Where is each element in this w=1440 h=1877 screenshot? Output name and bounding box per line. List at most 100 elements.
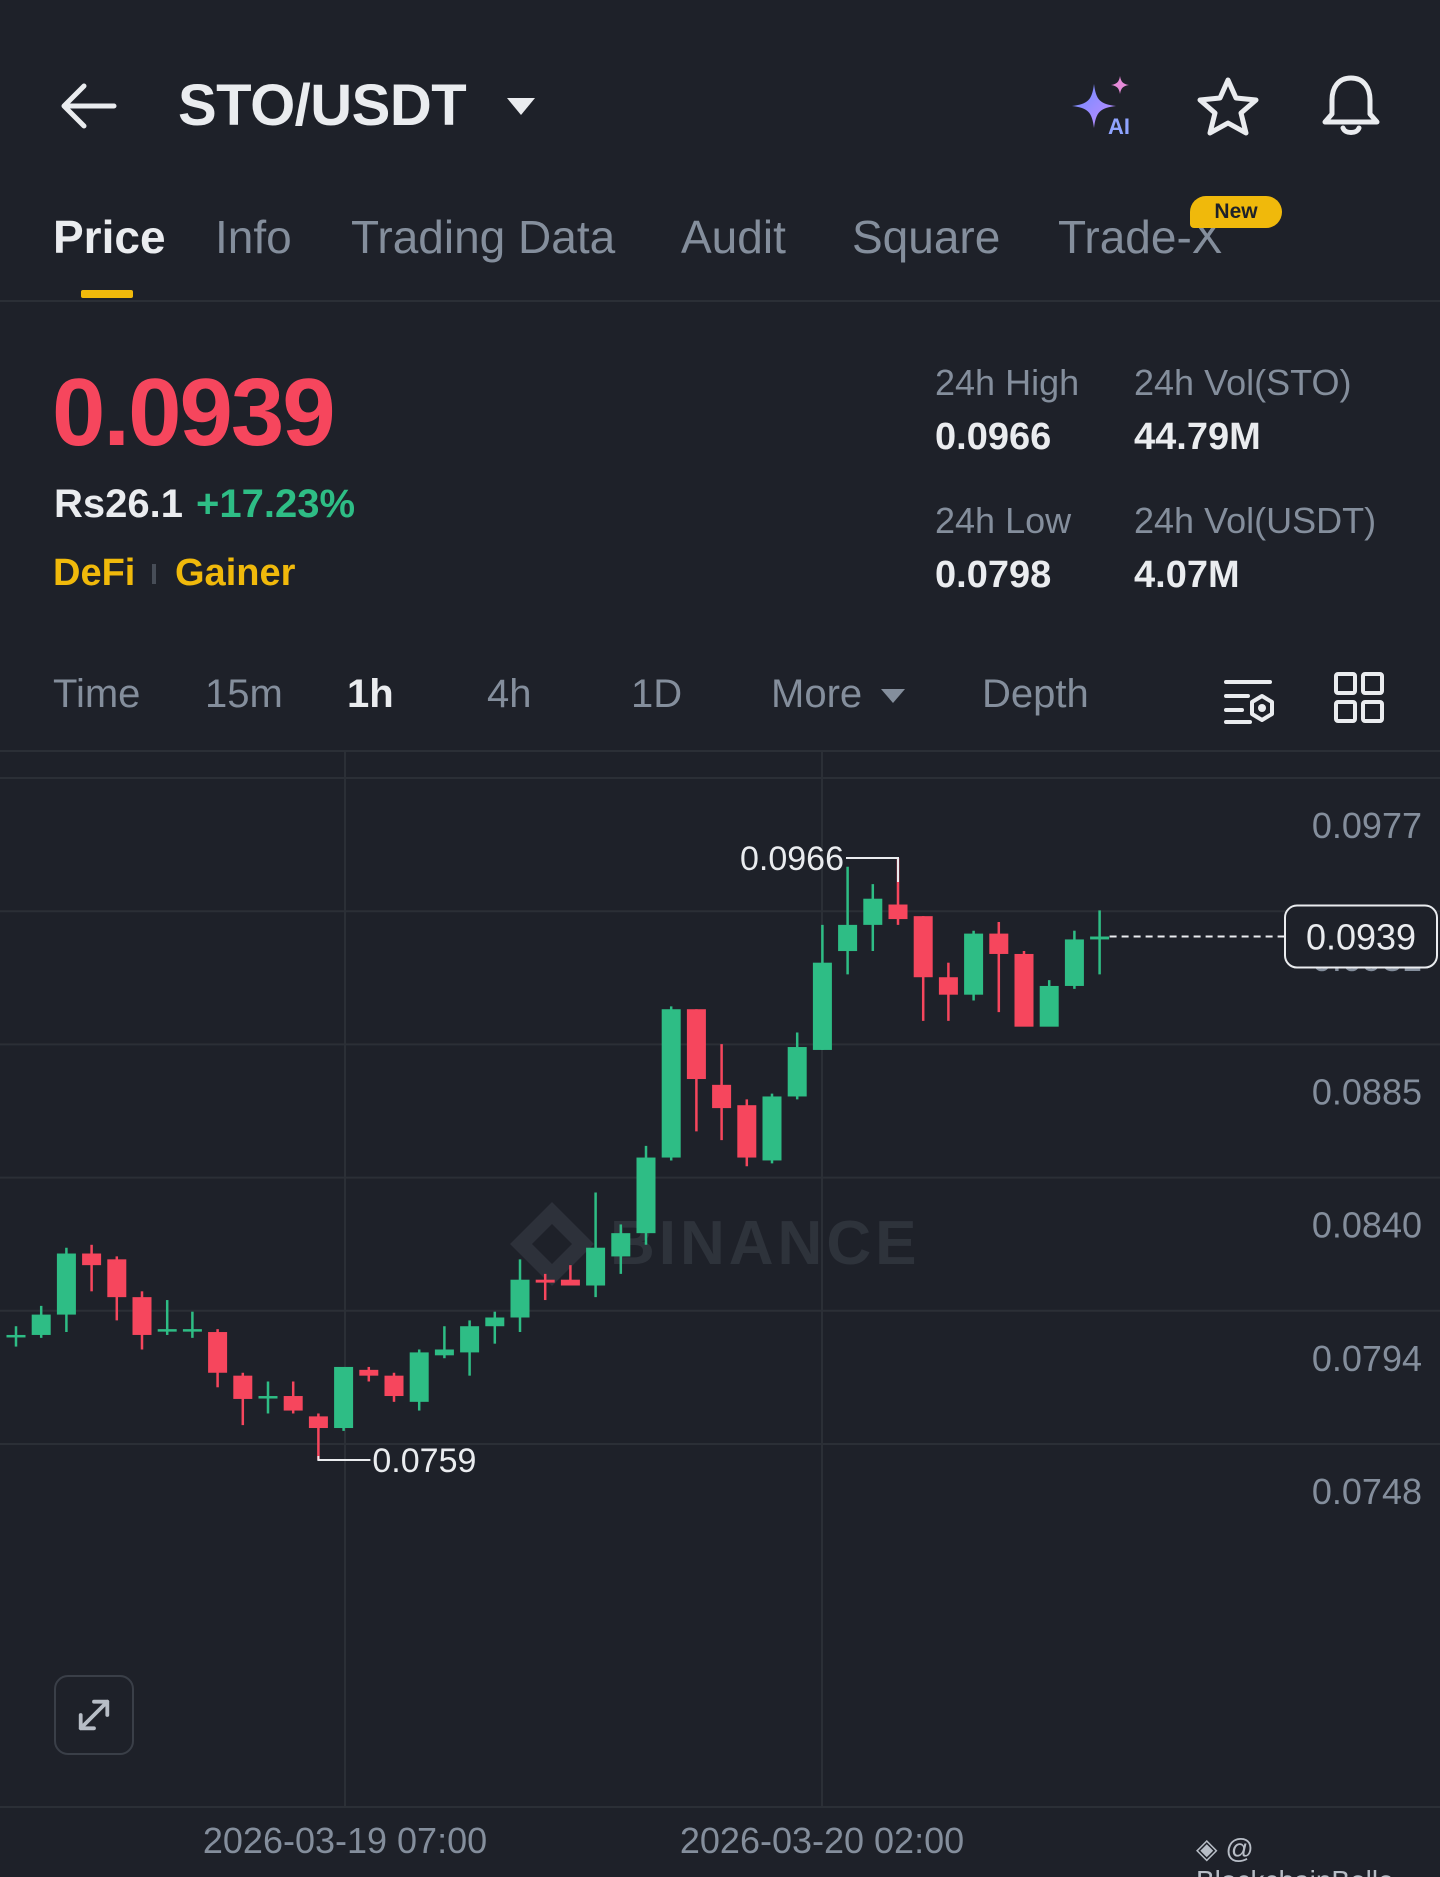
stat-24h-high-label: 24h High: [935, 362, 1080, 403]
candle-body: [1039, 985, 1059, 1027]
tab-price[interactable]: Price: [53, 210, 166, 264]
candle-body: [560, 1279, 580, 1286]
candlestick-chart[interactable]: BINANCE 0.09770.09310.08850.08400.07940.…: [0, 752, 1440, 1877]
candle-body: [661, 1009, 681, 1158]
candle-body: [6, 1334, 26, 1338]
candle-body: [586, 1247, 606, 1286]
candle-body: [460, 1326, 480, 1353]
trading-pair-title[interactable]: STO/USDT: [178, 72, 467, 139]
candle-body: [913, 916, 933, 978]
y-tick-label: 0.0840: [1312, 1205, 1422, 1246]
tab-depth[interactable]: Depth: [982, 672, 1089, 717]
tab-audit[interactable]: Audit: [681, 210, 786, 264]
more-caret-icon[interactable]: [880, 688, 906, 704]
star-icon[interactable]: [1196, 76, 1260, 138]
candle-body: [485, 1317, 505, 1327]
back-arrow-icon[interactable]: [56, 78, 120, 134]
stat-24h-low-label: 24h Low: [935, 500, 1072, 541]
candle-body: [308, 1416, 328, 1429]
tab-square[interactable]: Square: [852, 210, 1000, 264]
chart-canvas[interactable]: BINANCE 0.09770.09310.08850.08400.07940.…: [0, 752, 1440, 1877]
candle-body: [737, 1105, 757, 1158]
stat-24h-vol-sto-label: 24h Vol(STO): [1134, 362, 1352, 403]
last-price: 0.0939: [52, 359, 336, 466]
interval-bar: Time 15m 1h 4h 1D More Depth: [0, 660, 1440, 752]
candle-body: [157, 1329, 177, 1332]
candle-body: [409, 1352, 429, 1402]
candle-body: [56, 1253, 76, 1315]
candle-body: [964, 933, 984, 995]
candle-body: [1014, 953, 1034, 1027]
ai-sparkle-icon[interactable]: AI: [1070, 74, 1138, 136]
candle-body: [359, 1369, 379, 1376]
candle-body: [384, 1375, 404, 1397]
y-tick-label: 0.0885: [1312, 1071, 1422, 1112]
price-markers: 0.0966 0.0759 0.0939: [317, 840, 1438, 1480]
candle-body: [863, 898, 883, 925]
indicator-settings-icon[interactable]: [1224, 674, 1276, 726]
candle-body: [233, 1375, 253, 1399]
active-tab-indicator: [81, 290, 133, 298]
candle-body: [938, 977, 958, 995]
current-price-label: 0.0939: [1306, 917, 1416, 958]
candle-body: [535, 1279, 555, 1283]
candle-body: [31, 1314, 51, 1335]
new-badge: New: [1190, 196, 1282, 228]
stat-24h-vol-usdt-value: 4.07M: [1134, 554, 1240, 596]
y-tick-label: 0.0748: [1312, 1471, 1422, 1512]
binance-logo-icon: [510, 1202, 594, 1286]
grid-layout-icon[interactable]: [1334, 672, 1384, 724]
x-tick-label: 2026-03-20 02:00: [680, 1820, 964, 1861]
bell-icon[interactable]: [1318, 72, 1384, 138]
candle-body: [208, 1332, 228, 1373]
axis-labels: 0.09770.09310.08850.08400.07940.07482026…: [203, 805, 1422, 1861]
candle-body: [787, 1047, 807, 1097]
interval-more[interactable]: More: [771, 672, 862, 717]
candle-body: [258, 1396, 278, 1399]
candle-body: [1090, 936, 1110, 940]
watermark-credit: ◈ @ BlockchainBelle: [1196, 1832, 1440, 1877]
stat-24h-vol-sto-value: 44.79M: [1134, 416, 1261, 458]
tag-gainer[interactable]: Gainer: [175, 552, 295, 595]
x-tick-label: 2026-03-19 07:00: [203, 1820, 487, 1861]
fiat-price: Rs26.1: [54, 482, 183, 526]
top-bar: STO/USDT AI: [0, 0, 1440, 200]
candle-body: [989, 933, 1009, 954]
dropdown-caret-icon[interactable]: [506, 96, 536, 116]
candle-body: [1064, 939, 1084, 986]
price-change-percent: +17.23%: [196, 482, 356, 526]
ai-label: AI: [1108, 114, 1130, 136]
interval-1d[interactable]: 1D: [631, 672, 682, 717]
tab-info[interactable]: Info: [215, 210, 292, 264]
interval-1h[interactable]: 1h: [347, 672, 394, 717]
candle-body: [686, 1009, 706, 1080]
candle-body: [434, 1349, 454, 1356]
y-tick-label: 0.0977: [1312, 805, 1422, 846]
candle-body: [838, 924, 858, 952]
tab-trading-data[interactable]: Trading Data: [351, 210, 615, 264]
candle-body: [762, 1096, 782, 1161]
candle-body: [888, 904, 908, 920]
candle-body: [132, 1297, 152, 1335]
candle-body: [812, 962, 832, 1050]
interval-time[interactable]: Time: [53, 672, 140, 717]
tag-defi[interactable]: DeFi: [53, 552, 135, 595]
high-marker-label: 0.0966: [740, 840, 844, 878]
stat-24h-low-value: 0.0798: [935, 554, 1052, 596]
expand-icon[interactable]: [54, 1675, 134, 1755]
watermark-text: BINANCE: [610, 1209, 920, 1278]
candle-body: [712, 1084, 732, 1109]
y-tick-label: 0.0794: [1312, 1338, 1422, 1379]
chart-grid: [0, 752, 1440, 1808]
stat-24h-vol-usdt-label: 24h Vol(USDT): [1134, 500, 1377, 541]
binance-mini-icon: ◈: [1196, 1833, 1218, 1864]
interval-15m[interactable]: 15m: [205, 672, 283, 717]
low-marker-label: 0.0759: [372, 1442, 476, 1480]
credit-text: @ BlockchainBelle: [1196, 1833, 1394, 1877]
tag-separator: [152, 564, 156, 584]
interval-4h[interactable]: 4h: [487, 672, 532, 717]
high-marker-line: [846, 856, 899, 882]
candle-body: [82, 1253, 102, 1266]
stat-24h-high-value: 0.0966: [935, 416, 1052, 458]
candle-body: [636, 1157, 656, 1234]
